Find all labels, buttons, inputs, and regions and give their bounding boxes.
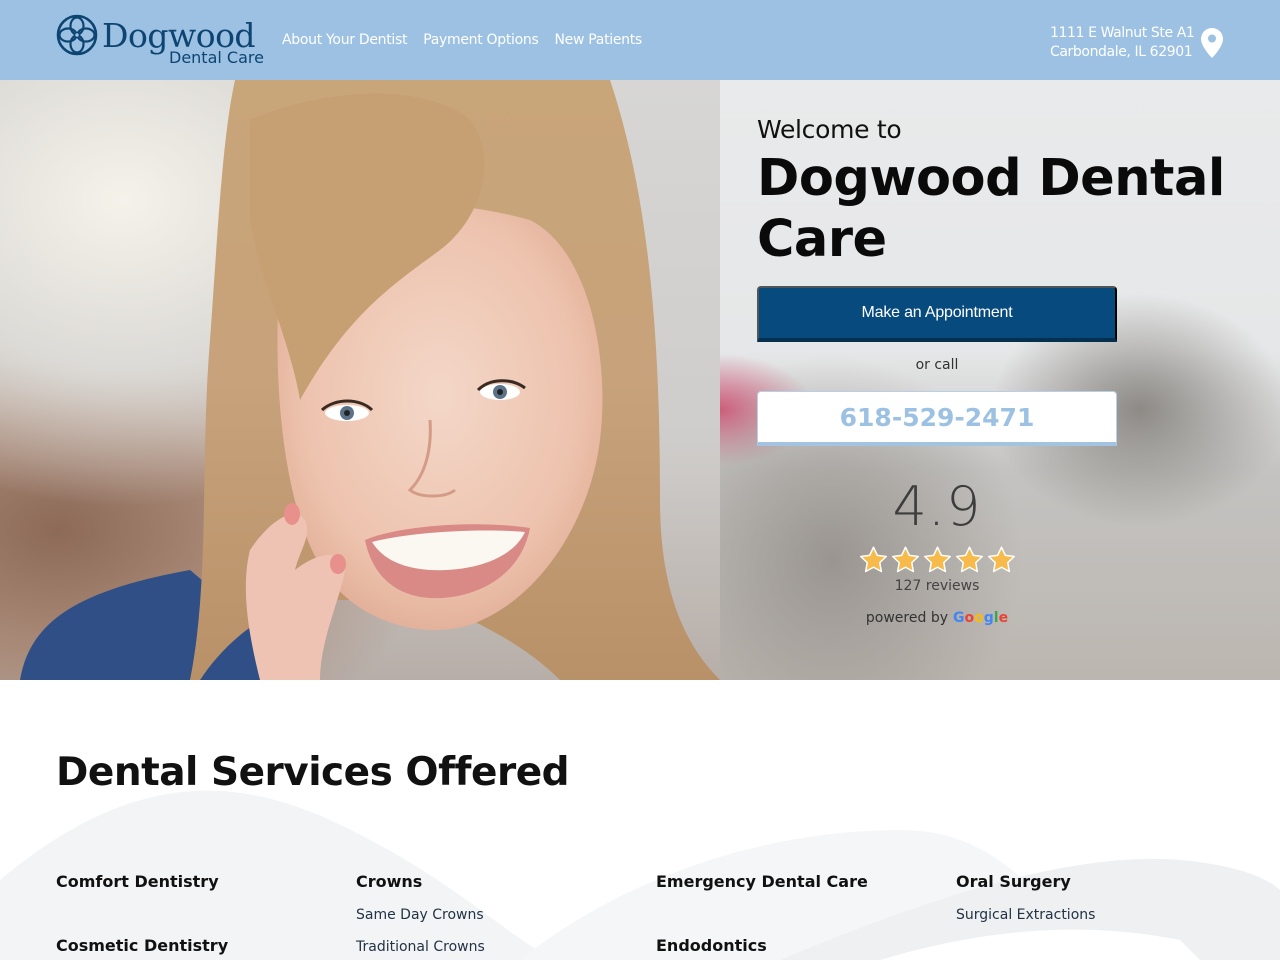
google-rating-widget[interactable]: 4.9 127 reviews powered by Google [757, 475, 1117, 626]
rating-value: 4.9 [892, 475, 982, 538]
hero-title: Dogwood Dental Care [757, 149, 1225, 269]
star-icon [891, 546, 919, 573]
powered-by-google: powered by Google [757, 610, 1117, 626]
services-column-4: Oral Surgery Surgical Extractions [956, 872, 1246, 924]
site-header: Dogwood Dental Care About Your Dentist P… [0, 0, 1280, 80]
hero-copy: Welcome to Dogwood Dental Care [757, 114, 1237, 270]
phone-number-button[interactable]: 618-529-2471 [757, 391, 1117, 446]
services-column-3: Emergency Dental Care Endodontics [656, 872, 946, 956]
google-letter: o [974, 610, 984, 626]
service-surgical-extractions[interactable]: Surgical Extractions [956, 906, 1246, 924]
nav-about-your-dentist[interactable]: About Your Dentist [282, 31, 408, 49]
google-letter: G [953, 610, 965, 626]
services-column-2: Crowns Same Day Crowns Traditional Crown… [356, 872, 646, 956]
star-icon [923, 546, 951, 573]
nav-payment-options[interactable]: Payment Options [423, 31, 539, 49]
service-cosmetic-dentistry[interactable]: Cosmetic Dentistry [56, 936, 346, 956]
logo-link[interactable]: Dogwood Dental Care [56, 14, 271, 70]
smiling-woman-photo [20, 80, 720, 680]
main-nav: About Your Dentist Payment Options New P… [282, 31, 642, 49]
star-icon [987, 546, 1015, 573]
google-letter: g [983, 610, 994, 626]
service-same-day-crowns[interactable]: Same Day Crowns [356, 906, 646, 924]
google-logo-icon: Google [953, 610, 1008, 626]
services-section: Dental Services Offered Comfort Dentistr… [0, 680, 1280, 960]
address-line-2: Carbondale, IL 62901 [1050, 44, 1193, 60]
services-column-1: Comfort Dentistry Cosmetic Dentistry [56, 872, 346, 956]
powered-by-label: powered by [865, 610, 948, 626]
star-icon [859, 546, 887, 573]
dogwood-flower-logo-icon [56, 14, 98, 56]
service-comfort-dentistry[interactable]: Comfort Dentistry [56, 872, 346, 892]
make-appointment-button[interactable]: Make an Appointment [757, 286, 1117, 342]
map-pin-icon[interactable] [1201, 28, 1223, 58]
google-letter: o [964, 610, 975, 626]
service-oral-surgery[interactable]: Oral Surgery [956, 872, 1246, 892]
rating-stars [757, 545, 1117, 575]
review-count: 127 reviews [894, 578, 980, 594]
nav-new-patients[interactable]: New Patients [554, 31, 642, 49]
service-traditional-crowns[interactable]: Traditional Crowns [356, 938, 646, 956]
address-line-1: 1111 E Walnut Ste A1 [1050, 25, 1195, 41]
service-endodontics[interactable]: Endodontics [656, 936, 946, 956]
service-emergency-dental-care[interactable]: Emergency Dental Care [656, 872, 946, 892]
hero-section: Welcome to Dogwood Dental Care Make an A… [0, 80, 1280, 680]
services-title: Dental Services Offered [56, 750, 570, 795]
service-crowns[interactable]: Crowns [356, 872, 646, 892]
office-address[interactable]: 1111 E Walnut Ste A1 Carbondale, IL 6290… [1050, 24, 1195, 62]
logo-subtitle: Dental Care [169, 48, 264, 67]
star-icon [955, 546, 983, 573]
google-letter: e [998, 610, 1009, 626]
or-call-text: or call [915, 357, 959, 373]
welcome-text: Welcome to [757, 115, 902, 144]
